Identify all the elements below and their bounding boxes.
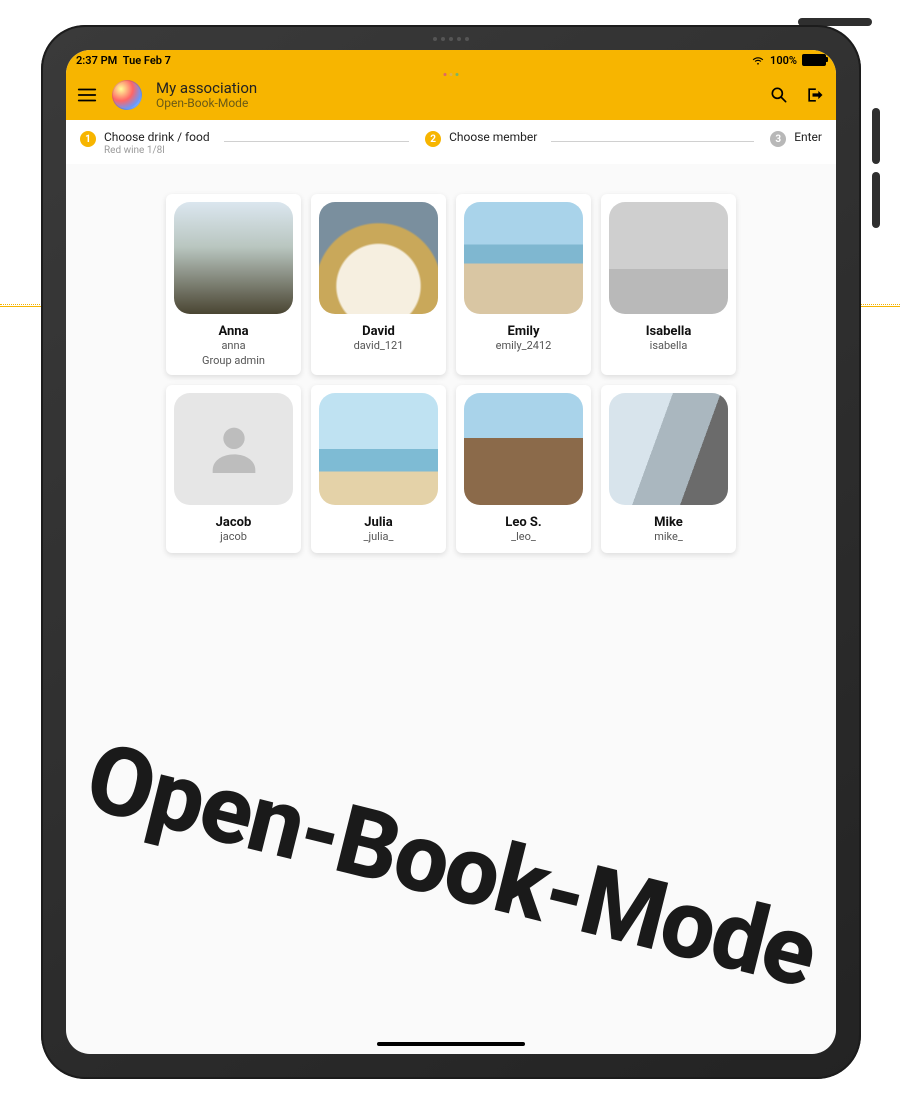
member-role: Group admin bbox=[202, 354, 265, 367]
tablet-frame: 2:37 PM Tue Feb 7 100% My association Op… bbox=[41, 25, 861, 1079]
member-card[interactable]: Leo S._leo_ bbox=[456, 385, 591, 553]
step-1-label: Choose drink / food bbox=[104, 130, 210, 144]
member-name: Jacob bbox=[216, 515, 252, 530]
member-card[interactable]: Emilyemily_2412 bbox=[456, 194, 591, 375]
member-card[interactable]: Mikemike_ bbox=[601, 385, 736, 553]
member-username: anna bbox=[221, 339, 245, 352]
header-title: My association bbox=[156, 80, 257, 97]
member-name: Leo S. bbox=[505, 515, 541, 530]
home-indicator[interactable] bbox=[377, 1042, 525, 1046]
member-name: Mike bbox=[654, 515, 683, 530]
step-divider bbox=[551, 141, 754, 142]
member-username: david_121 bbox=[354, 339, 404, 352]
search-icon[interactable] bbox=[768, 84, 790, 106]
step-divider bbox=[224, 141, 409, 142]
member-name: Emily bbox=[508, 324, 540, 339]
member-card[interactable]: Jacobjacob bbox=[166, 385, 301, 553]
app-header: My association Open-Book-Mode bbox=[66, 70, 836, 120]
device-speaker bbox=[433, 37, 469, 41]
menu-icon[interactable] bbox=[76, 84, 98, 106]
step-2-label: Choose member bbox=[449, 130, 537, 144]
header-subtitle: Open-Book-Mode bbox=[156, 97, 257, 110]
step-1[interactable]: 1 Choose drink / food Red wine 1/8l bbox=[80, 130, 415, 156]
multitask-dots bbox=[444, 73, 459, 76]
wifi-icon bbox=[751, 53, 765, 67]
member-thumb bbox=[319, 393, 438, 505]
member-name: Julia bbox=[364, 515, 392, 530]
member-username: _julia_ bbox=[364, 530, 394, 543]
member-thumb bbox=[609, 393, 728, 505]
member-thumb bbox=[464, 202, 583, 314]
group-avatar[interactable] bbox=[112, 80, 142, 110]
device-volume-up bbox=[872, 108, 880, 164]
status-date: Tue Feb 7 bbox=[123, 54, 171, 67]
step-3: 3 Enter bbox=[770, 130, 822, 147]
screen: 2:37 PM Tue Feb 7 100% My association Op… bbox=[66, 50, 836, 1054]
member-thumb bbox=[464, 393, 583, 505]
person-placeholder-icon bbox=[202, 417, 266, 481]
member-thumb bbox=[174, 202, 293, 314]
battery-icon bbox=[802, 54, 826, 66]
status-time: 2:37 PM bbox=[76, 54, 117, 67]
member-username: jacob bbox=[220, 530, 247, 543]
stepper: 1 Choose drink / food Red wine 1/8l 2 Ch… bbox=[66, 120, 836, 164]
status-battery-pct: 100% bbox=[770, 54, 797, 67]
step-1-number: 1 bbox=[80, 131, 96, 147]
status-bar: 2:37 PM Tue Feb 7 100% bbox=[66, 50, 836, 70]
member-card[interactable]: Julia_julia_ bbox=[311, 385, 446, 553]
device-volume-down bbox=[872, 172, 880, 228]
watermark-text: Open-Book-Mode bbox=[76, 722, 826, 1011]
member-name: Anna bbox=[218, 324, 248, 339]
member-card[interactable]: Annaanna Group admin bbox=[166, 194, 301, 375]
member-username: isabella bbox=[650, 339, 688, 352]
step-3-number: 3 bbox=[770, 131, 786, 147]
member-thumb bbox=[174, 393, 293, 505]
step-2[interactable]: 2 Choose member bbox=[425, 130, 760, 147]
step-3-label: Enter bbox=[794, 130, 822, 144]
member-name: Isabella bbox=[646, 324, 692, 339]
member-username: mike_ bbox=[654, 530, 683, 543]
member-grid: AnnaannaGroup adminDaviddavid_121Emilyem… bbox=[166, 194, 736, 553]
member-thumb bbox=[319, 202, 438, 314]
member-card[interactable]: Daviddavid_121 bbox=[311, 194, 446, 375]
member-thumb bbox=[609, 202, 728, 314]
member-username: _leo_ bbox=[511, 530, 536, 543]
member-name: David bbox=[362, 324, 395, 339]
member-username: emily_2412 bbox=[496, 339, 552, 352]
member-grid-container: AnnaannaGroup adminDaviddavid_121Emilyem… bbox=[66, 164, 836, 583]
step-1-sub: Red wine 1/8l bbox=[104, 145, 415, 156]
step-2-number: 2 bbox=[425, 131, 441, 147]
logout-icon[interactable] bbox=[804, 84, 826, 106]
member-card[interactable]: Isabellaisabella bbox=[601, 194, 736, 375]
